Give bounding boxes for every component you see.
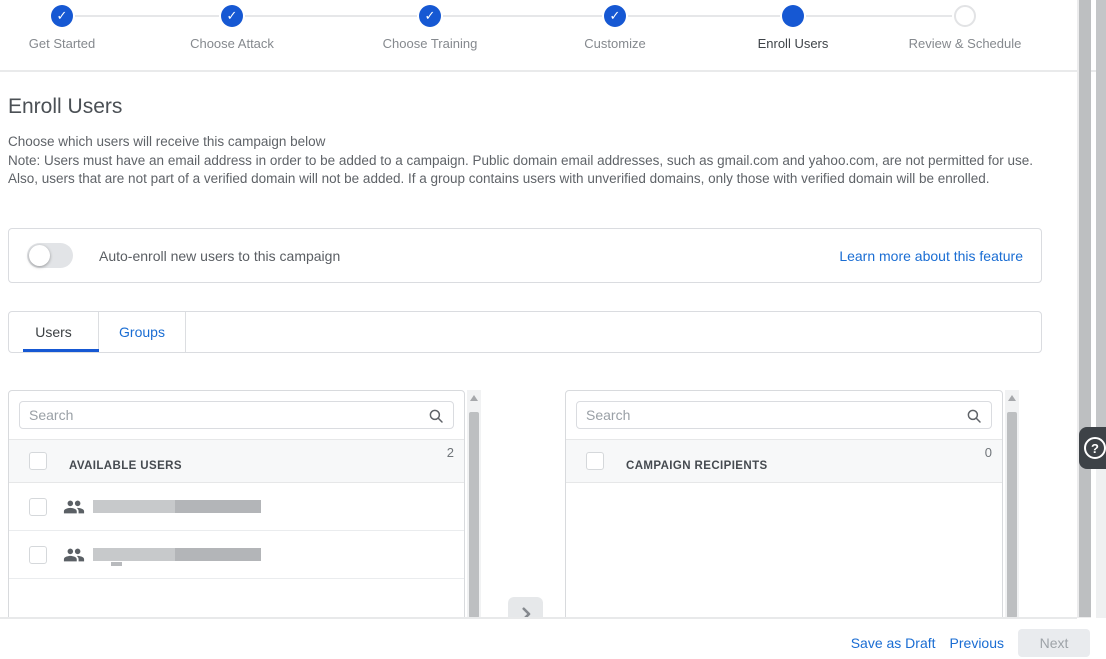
auto-enroll-toggle[interactable] (27, 243, 73, 268)
auto-enroll-label: Auto-enroll new users to this campaign (99, 248, 340, 264)
page-note-line2: Also, users that are not part of a verif… (8, 170, 1068, 189)
page-title: Enroll Users (8, 95, 122, 119)
step-check-icon: ✓ (604, 5, 626, 27)
redacted-user-name (93, 548, 261, 561)
header-divider (0, 70, 1106, 72)
scrollbar-thumb[interactable] (1079, 0, 1091, 617)
available-panel-scrollbar[interactable] (467, 390, 481, 618)
recipients-search-row (566, 391, 1002, 439)
question-mark-icon: ? (1084, 437, 1106, 459)
available-user-row[interactable] (9, 531, 464, 579)
page-note-line1: Note: Users must have an email address i… (8, 152, 1068, 171)
tab-groups[interactable]: Groups (99, 312, 186, 352)
enroll-users-wizard: ✓ Get Started ✓ Choose Attack ✓ Choose T… (0, 0, 1106, 659)
content-scrollbar[interactable] (1077, 0, 1091, 618)
campaign-recipients-header-label: CAMPAIGN RECIPIENTS (626, 460, 768, 472)
select-all-available-checkbox[interactable] (29, 452, 47, 470)
scroll-up-arrow-icon (470, 395, 478, 401)
auto-enroll-card: Auto-enroll new users to this campaign L… (8, 228, 1042, 283)
learn-more-link[interactable]: Learn more about this feature (839, 248, 1023, 264)
page-description: Choose which users will receive this cam… (8, 133, 1068, 189)
available-users-count: 2 (447, 445, 454, 460)
step-label: Choose Training (340, 36, 520, 51)
available-search-input[interactable] (20, 402, 453, 428)
recipients-search-input[interactable] (577, 402, 991, 428)
step-choose-attack[interactable]: ✓ Choose Attack (142, 5, 322, 51)
wizard-stepper: ✓ Get Started ✓ Choose Attack ✓ Choose T… (0, 0, 1106, 56)
campaign-recipients-header: CAMPAIGN RECIPIENTS 0 (566, 439, 1002, 483)
footer-divider (0, 617, 1077, 619)
step-customize[interactable]: ✓ Customize (525, 5, 705, 51)
tab-users[interactable]: Users (9, 312, 99, 352)
group-users-icon (63, 496, 85, 518)
select-all-recipients-checkbox[interactable] (586, 452, 604, 470)
available-users-header-label: AVAILABLE USERS (69, 460, 182, 472)
user-checkbox[interactable] (29, 498, 47, 516)
help-button[interactable]: ? (1079, 427, 1106, 469)
toggle-knob (29, 245, 50, 266)
user-checkbox[interactable] (29, 546, 47, 564)
scrollbar-thumb[interactable] (1007, 412, 1017, 618)
step-label: Review & Schedule (875, 36, 1055, 51)
step-label: Enroll Users (703, 36, 883, 51)
step-choose-training[interactable]: ✓ Choose Training (340, 5, 520, 51)
tab-groups-label: Groups (119, 324, 165, 340)
step-upcoming-dot (954, 5, 976, 27)
active-tab-underline (23, 349, 99, 352)
scrollbar-thumb[interactable] (1096, 0, 1106, 445)
move-right-button[interactable] (508, 597, 543, 618)
available-search-row (9, 391, 464, 439)
recipients-panel-scrollbar[interactable] (1005, 390, 1019, 618)
step-review-schedule[interactable]: Review & Schedule (875, 5, 1055, 51)
save-as-draft-link[interactable]: Save as Draft (851, 635, 936, 651)
step-label: Customize (525, 36, 705, 51)
page-subtitle: Choose which users will receive this cam… (8, 133, 1068, 152)
search-icon (427, 407, 445, 425)
scrollbar-thumb[interactable] (469, 412, 479, 618)
search-icon (965, 407, 983, 425)
step-check-icon: ✓ (51, 5, 73, 27)
recipients-search-box (576, 401, 992, 429)
step-label: Choose Attack (142, 36, 322, 51)
tab-users-label: Users (35, 324, 72, 340)
scroll-up-arrow-icon (1008, 395, 1016, 401)
step-current-dot (782, 5, 804, 27)
redacted-user-email (111, 562, 122, 566)
footer-actions: Save as Draft Previous Next (0, 628, 1090, 658)
available-users-header: AVAILABLE USERS 2 (9, 439, 464, 483)
group-users-icon (63, 544, 85, 566)
step-label: Get Started (0, 36, 152, 51)
step-check-icon: ✓ (221, 5, 243, 27)
step-enroll-users[interactable]: Enroll Users (703, 5, 883, 51)
next-button[interactable]: Next (1018, 629, 1090, 657)
redacted-user-name (93, 500, 261, 513)
user-transfer-area: AVAILABLE USERS 2 (0, 390, 1106, 618)
step-check-icon: ✓ (419, 5, 441, 27)
campaign-recipients-count: 0 (985, 445, 992, 460)
available-user-row[interactable] (9, 483, 464, 531)
campaign-recipients-panel: CAMPAIGN RECIPIENTS 0 (565, 390, 1003, 618)
tab-bar: Users Groups (8, 311, 1042, 353)
window-scrollbar[interactable] (1096, 0, 1106, 618)
available-users-panel: AVAILABLE USERS 2 (8, 390, 465, 618)
available-search-box (19, 401, 454, 429)
previous-link[interactable]: Previous (950, 635, 1004, 651)
step-get-started[interactable]: ✓ Get Started (0, 5, 152, 51)
